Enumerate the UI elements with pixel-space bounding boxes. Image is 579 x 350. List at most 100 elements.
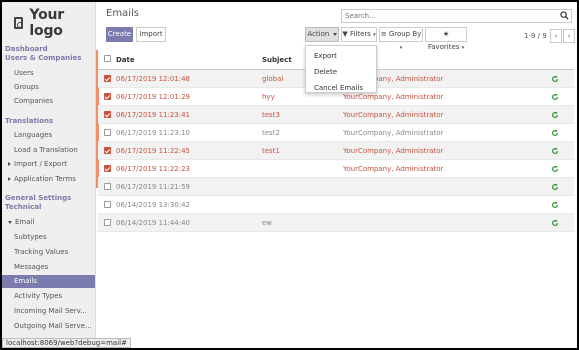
- import-button[interactable]: Import: [136, 27, 166, 42]
- pager-prev-button[interactable]: ‹: [550, 29, 562, 43]
- logo[interactable]: Your logo: [14, 7, 95, 39]
- table-row[interactable]: 06/17/2019 11:22:23 YourCompany, Administ…: [98, 160, 574, 178]
- retry-icon[interactable]: [551, 111, 559, 119]
- retry-icon[interactable]: [551, 129, 559, 137]
- row-checkbox[interactable]: [104, 93, 111, 100]
- cell-subject: test1: [262, 147, 280, 155]
- cell-date: 06/17/2019 12:01:48: [116, 75, 191, 83]
- search-box[interactable]: [341, 9, 572, 23]
- cell-date: 06/17/2019 11:23:41: [116, 111, 191, 119]
- sidebar-section-dashboard[interactable]: Dashboard: [5, 45, 48, 54]
- table-row[interactable]: 06/17/2019 11:22:45 test1 YourCompany, Adm…: [98, 142, 574, 160]
- cell-subject: hyy: [262, 93, 275, 101]
- sidebar-item-tracking-values[interactable]: Tracking Values: [2, 246, 95, 259]
- create-button[interactable]: Create: [106, 27, 133, 42]
- retry-icon[interactable]: [551, 165, 559, 173]
- select-all-checkbox[interactable]: [104, 55, 111, 62]
- pager-next-button[interactable]: ›: [563, 29, 575, 43]
- sidebar-item-import-export[interactable]: Import / Export: [2, 158, 95, 171]
- cell-author: YourCompany, Administrator: [343, 111, 444, 119]
- action-button[interactable]: Action: [305, 27, 339, 42]
- status-url: localhost:8069/web?debug=mail#: [2, 338, 131, 348]
- cell-author: YourCompany, Administrator: [343, 165, 444, 173]
- cell-author: YourCompany, Administrator: [343, 147, 444, 155]
- cell-subject: test3: [262, 111, 280, 119]
- sidebar-item-emails[interactable]: Emails: [2, 275, 95, 288]
- sidebar-item-application-terms[interactable]: Application Terms: [2, 173, 95, 186]
- sidebar-item-groups[interactable]: Groups: [2, 81, 95, 94]
- favorites-button[interactable]: ★ Favorites ▾: [425, 27, 467, 51]
- table-row[interactable]: 06/17/2019 11:23:41 test3 YourCompany, Adm…: [98, 106, 574, 124]
- retry-icon[interactable]: [551, 147, 559, 155]
- cell-date: 06/17/2019 11:22:23: [116, 165, 191, 173]
- action-label: Action: [307, 30, 330, 38]
- row-checkbox[interactable]: [104, 201, 111, 208]
- retry-icon[interactable]: [551, 183, 559, 191]
- sidebar-item-label: Application Terms: [14, 175, 76, 183]
- sidebar-item-incoming-mail[interactable]: Incoming Mail Serv...: [2, 305, 95, 318]
- search-input[interactable]: [342, 10, 552, 22]
- sidebar-item-messages[interactable]: Messages: [2, 261, 95, 274]
- menu-item-cancel-emails[interactable]: Cancel Emails: [306, 81, 376, 95]
- cell-date: 06/17/2019 11:23:10: [116, 129, 191, 137]
- row-checkbox[interactable]: [104, 219, 111, 226]
- sidebar-item-activity-types[interactable]: Activity Types: [2, 290, 95, 303]
- caret-right-icon: [8, 162, 11, 166]
- group-by-label: Group By: [388, 30, 422, 38]
- cell-date: 06/14/2019 11:44:40: [116, 219, 191, 227]
- group-by-button[interactable]: ≡ Group By ▾: [379, 27, 423, 51]
- row-checkbox[interactable]: [104, 183, 111, 190]
- row-checkbox[interactable]: [104, 147, 111, 154]
- retry-icon[interactable]: [551, 201, 559, 209]
- sidebar-item-languages[interactable]: Languages: [2, 129, 95, 142]
- table-row[interactable]: 06/14/2019 13:30:42: [98, 196, 574, 214]
- sidebar-item-load-translation[interactable]: Load a Translation: [2, 144, 95, 157]
- column-header-subject[interactable]: Subject: [262, 50, 292, 70]
- pager-value[interactable]: 1-9 / 9: [524, 32, 547, 40]
- table-row[interactable]: 06/17/2019 11:23:10 test2 YourCompany, Adm…: [98, 124, 574, 142]
- sidebar-section-general-settings[interactable]: General Settings: [5, 194, 71, 203]
- caret-down-icon: ▾: [373, 32, 376, 38]
- menu-item-delete[interactable]: Delete: [306, 65, 376, 79]
- sidebar-section-translations[interactable]: Translations: [5, 117, 53, 126]
- sidebar-item-users[interactable]: Users: [2, 67, 95, 80]
- logo-text: Your logo: [29, 7, 64, 39]
- sidebar-item-companies[interactable]: Companies: [2, 95, 95, 108]
- sidebar-section-technical[interactable]: Technical: [5, 203, 41, 212]
- cell-subject: global: [262, 75, 284, 83]
- filter-icon: ▼: [342, 30, 348, 38]
- caret-right-icon: [8, 177, 11, 181]
- sidebar-item-subtypes[interactable]: Subtypes: [2, 231, 95, 244]
- row-checkbox[interactable]: [104, 165, 111, 172]
- sidebar-section-users-companies[interactable]: Users & Companies: [5, 54, 81, 63]
- cell-subject: ew: [262, 219, 273, 227]
- page-title: Emails: [106, 8, 139, 19]
- cell-date: 06/17/2019 12:01:29: [116, 93, 191, 101]
- app-window: Your logo Dashboard Users & Companies Us…: [2, 2, 577, 348]
- cell-date: 06/17/2019 11:21:59: [116, 183, 191, 191]
- cell-date: 06/17/2019 11:22:45: [116, 147, 191, 155]
- row-checkbox[interactable]: [104, 111, 111, 118]
- retry-icon[interactable]: [551, 75, 559, 83]
- caret-down-icon: [8, 220, 12, 224]
- sidebar: Your logo Dashboard Users & Companies Us…: [2, 2, 96, 348]
- search-icon[interactable]: [560, 11, 569, 20]
- sidebar-item-label: Email: [15, 218, 35, 226]
- chevron-left-icon: ‹: [554, 32, 558, 40]
- filters-button[interactable]: ▼ Filters ▾: [341, 27, 377, 42]
- chevron-right-icon: ›: [567, 32, 571, 40]
- table-row[interactable]: 06/17/2019 11:21:59: [98, 178, 574, 196]
- row-checkbox[interactable]: [104, 129, 111, 136]
- cell-author: YourCompany, Administrator: [343, 129, 444, 137]
- menu-item-export[interactable]: Export: [306, 49, 376, 63]
- table-row[interactable]: 06/14/2019 11:44:40 ew: [98, 214, 574, 232]
- action-dropdown-menu: Export Delete Cancel Emails: [305, 45, 377, 93]
- filters-label: Filters: [349, 30, 371, 38]
- sidebar-item-email[interactable]: Email: [2, 216, 95, 229]
- sidebar-item-outgoing-mail[interactable]: Outgoing Mail Serve...: [2, 320, 95, 333]
- retry-icon[interactable]: [551, 219, 559, 227]
- column-header-date[interactable]: Date: [116, 50, 135, 70]
- retry-icon[interactable]: [551, 93, 559, 101]
- cell-date: 06/14/2019 13:30:42: [116, 201, 191, 209]
- row-checkbox[interactable]: [104, 75, 111, 82]
